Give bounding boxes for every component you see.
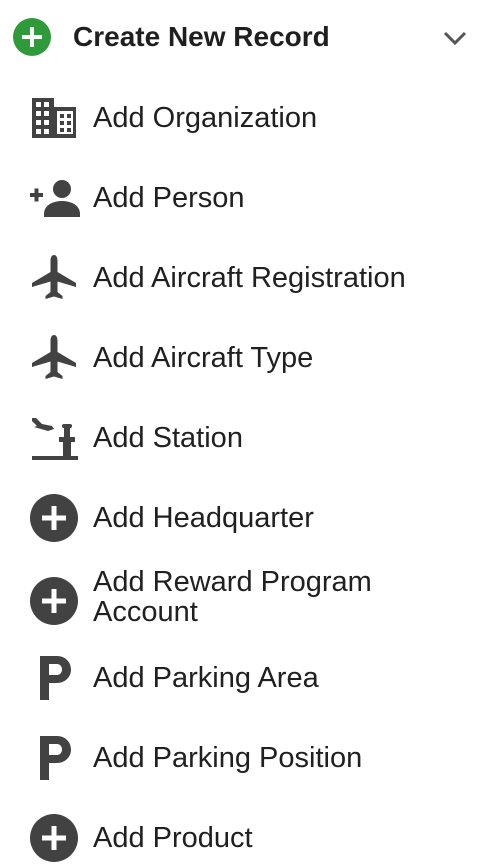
chevron-down-icon[interactable] xyxy=(441,26,469,50)
menu-item-label: Add Station xyxy=(93,422,243,454)
menu-item-add-headquarter[interactable]: Add Headquarter xyxy=(0,480,478,556)
menu-item-label: Add Headquarter xyxy=(93,502,314,534)
menu-item-add-parking-area[interactable]: Add Parking Area xyxy=(0,640,478,716)
airplane-icon xyxy=(32,335,76,379)
menu-item-add-reward-program-account[interactable]: Add Reward Program Account xyxy=(0,563,478,639)
menu-item-label: Add Person xyxy=(93,182,245,214)
menu-item-add-person[interactable]: Add Person xyxy=(0,160,478,236)
add-circle-icon xyxy=(30,577,78,625)
menu-item-add-product[interactable]: Add Product xyxy=(0,800,478,867)
menu-item-label: Add Reward Program Account xyxy=(93,566,372,628)
menu-item-label: Add Product xyxy=(93,822,253,854)
menu-item-label: Add Aircraft Registration xyxy=(93,262,406,294)
parking-icon xyxy=(40,656,71,700)
menu-item-add-aircraft-registration[interactable]: Add Aircraft Registration xyxy=(0,240,478,316)
create-record-menu: Create New Record Add Organization Add P… xyxy=(0,0,478,867)
menu-item-add-organization[interactable]: Add Organization xyxy=(0,80,478,156)
add-circle-icon xyxy=(13,18,51,56)
add-circle-icon xyxy=(30,814,78,862)
building-icon xyxy=(32,98,76,138)
airplane-icon xyxy=(32,255,76,299)
menu-title: Create New Record xyxy=(73,21,330,52)
menu-item-add-station[interactable]: Add Station xyxy=(0,400,478,476)
menu-item-label: Add Parking Position xyxy=(93,742,363,774)
menu-item-label: Add Aircraft Type xyxy=(93,342,314,374)
menu-item-add-parking-position[interactable]: Add Parking Position xyxy=(0,720,478,796)
create-new-record-header[interactable]: Create New Record xyxy=(0,0,478,76)
menu-item-label: Add Parking Area xyxy=(93,662,319,694)
menu-item-add-aircraft-type[interactable]: Add Aircraft Type xyxy=(0,320,478,396)
parking-icon xyxy=(40,736,71,780)
menu-item-label: Add Organization xyxy=(93,102,318,134)
station-icon xyxy=(32,418,78,460)
add-circle-icon xyxy=(30,494,78,542)
person-add-icon xyxy=(30,180,80,217)
